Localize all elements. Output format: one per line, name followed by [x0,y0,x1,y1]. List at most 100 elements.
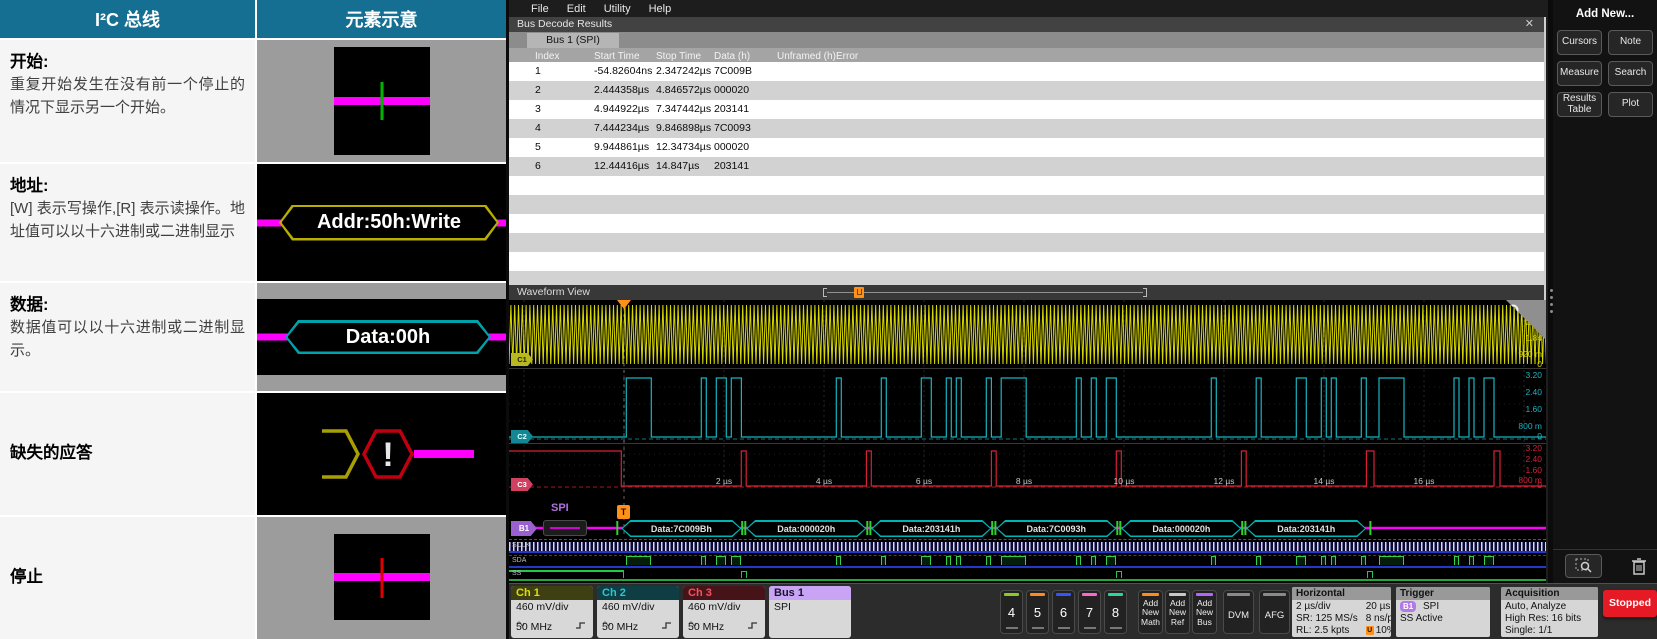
i2c-doc-table: I²C 总线 元素示意 开始: 重复开始发生在没有前一个停止的情况下显示另一个开… [0,0,506,639]
channel-badge-ch3[interactable]: Ch 3460 mV/div50 MHz [683,586,765,638]
sda-pulse [1331,556,1336,565]
acquisition-title: Acquisition [1501,587,1598,600]
add-new-results-table-button[interactable]: Results Table [1557,92,1602,117]
bus-preview-handle[interactable] [543,520,587,536]
scale-label-c2: 1.60 [1525,405,1542,414]
sda-pulse [986,556,991,565]
column-header[interactable]: Data (h) [714,51,750,62]
table-row[interactable]: 612.44416µs14.847µs203141 [509,157,1544,176]
menu-utility[interactable]: Utility [604,3,631,15]
coupling-icon [516,613,588,621]
missing-ack-icon: ! [312,419,482,489]
delete-button[interactable] [1620,554,1657,578]
add-new-measure-button[interactable]: Measure [1557,61,1602,86]
table-cell: 7.444234µs [594,122,649,134]
menu-help[interactable]: Help [649,3,672,15]
stop-illustration [257,517,506,639]
acquisition-line: Single: 1/1 [1505,625,1594,637]
trigger-flag[interactable]: T [617,505,630,519]
channel-8-button[interactable]: 8 [1104,590,1127,634]
decode-frame-6[interactable]: Data:203141h [1246,520,1366,537]
column-header[interactable]: Start Time [594,51,640,62]
add-new-plot-button[interactable]: Plot [1608,92,1653,117]
sda-pulse [881,556,886,565]
add-new-ref-button[interactable]: Add New Ref [1165,590,1190,634]
decode-frame-3[interactable]: Data:203141h [871,520,991,537]
start-illustration [257,40,506,162]
zoom-mode-button[interactable] [1565,554,1602,578]
channel-badge-ch1[interactable]: Ch 1460 mV/div50 MHz [511,586,593,638]
waveform-canvas[interactable]: C1 C2 C3 B1 SPI T Data:7C009BhData:00002… [509,300,1546,583]
doc-row-stop-text: 停止 [0,517,255,639]
horizontal-value: 20 µs [1366,601,1391,613]
channel-scale: 460 mV/div [516,601,588,613]
table-cell: 000020 [714,84,749,96]
table-row[interactable] [509,176,1544,195]
scale-label-c2: 2.40 [1525,388,1542,397]
column-header[interactable]: Stop Time [656,51,701,62]
waveform-view-window: Waveform View C1 C2 C3 B1 SPI T [509,285,1546,583]
table-row[interactable] [509,233,1544,252]
add-new-bus-button[interactable]: Add New Bus [1192,590,1217,634]
channel-7-button[interactable]: 7 [1078,590,1101,634]
decode-frame-5[interactable]: Data:000020h [1121,520,1241,537]
slider-left-bracket[interactable] [823,288,827,297]
afg-button[interactable]: AFG [1259,590,1290,634]
channel-5-button[interactable]: 5 [1026,590,1049,634]
trigger-position-slider-marker[interactable] [854,287,864,298]
decode-frame-2[interactable]: Data:000020h [746,520,866,537]
results-window-titlebar[interactable]: Bus Decode Results ✕ [509,17,1544,32]
panel-resize-grip[interactable] [1548,287,1554,323]
table-row[interactable] [509,252,1544,271]
acquisition-panel[interactable]: Acquisition Auto, AnalyzeHigh Res: 16 bi… [1501,587,1598,637]
tab-bus1-spi[interactable]: Bus 1 (SPI) [527,33,619,48]
close-icon[interactable]: ✕ [1525,17,1534,32]
menu-edit[interactable]: Edit [567,3,586,15]
waveform-view-titlebar[interactable]: Waveform View [509,285,1544,300]
digital-channel-label: SDA [512,557,526,564]
decode-frame-label: Data:7C009Bh [651,524,712,534]
trigger-panel[interactable]: Trigger B1 SPI SS Active [1396,587,1490,637]
pan-zoom-slider-track[interactable] [827,292,1143,293]
data-symbol-band: Data:00h [257,299,506,375]
doc-row-data-text: 数据: 数据值可以以十六进制或二进制显示。 [0,283,255,391]
data-illustration: Data:00h [257,283,506,391]
stop-marker-icon [380,558,383,598]
dvm-button[interactable]: DVM [1223,590,1254,634]
channel-4-button[interactable]: 4 [1000,590,1023,634]
table-row[interactable]: 1-54.82604ns2.347242µs7C009B [509,62,1544,81]
trigger-source: SPI [1423,601,1439,612]
stopped-button[interactable]: Stopped [1603,590,1657,617]
add-new-note-button[interactable]: Note [1608,30,1653,55]
add-new-math-button[interactable]: Add New Math [1138,590,1163,634]
channel-badge-ch2[interactable]: Ch 2460 mV/div50 MHz [597,586,679,638]
decode-frame-4[interactable]: Data:7C0093h [996,520,1116,537]
horizontal-panel[interactable]: Horizontal 2 µs/divSR: 125 MS/sRL: 2.5 k… [1292,587,1391,637]
slider-right-bracket[interactable] [1143,288,1147,297]
channel-badge-bus1[interactable]: Bus 1SPI [769,586,851,638]
decode-frame-1[interactable]: Data:7C009Bh [621,520,741,537]
decode-frame-label: Data:203141h [1277,524,1335,534]
add-new-search-button[interactable]: Search [1608,61,1653,86]
trigger-top-marker-icon[interactable] [617,300,631,309]
column-header[interactable]: Index [535,51,559,62]
channel-6-button[interactable]: 6 [1052,590,1075,634]
table-cell: 14.847µs [656,160,699,172]
table-row[interactable]: 22.444358µs4.846572µs000020 [509,81,1544,100]
add-new-cursors-button[interactable]: Cursors [1557,30,1602,55]
menu-file[interactable]: File [531,3,549,15]
sda-pulse [921,556,931,565]
scale-label-c1: 1.84 [1525,334,1542,343]
table-row[interactable]: 34.944922µs7.347442µs203141 [509,100,1544,119]
column-header[interactable]: Error [836,51,858,62]
sda-pulse [1001,556,1026,565]
column-header[interactable]: Unframed (h) [777,51,836,62]
time-axis-label: 6 µs [905,476,943,486]
table-row[interactable] [509,195,1544,214]
table-row[interactable] [509,271,1544,285]
table-row[interactable] [509,214,1544,233]
sda-pulse [731,556,741,565]
horizontal-value: RL: 2.5 kpts [1296,625,1358,637]
table-row[interactable]: 59.944861µs12.34734µs000020 [509,138,1544,157]
table-row[interactable]: 47.444234µs9.846898µs7C0093 [509,119,1544,138]
